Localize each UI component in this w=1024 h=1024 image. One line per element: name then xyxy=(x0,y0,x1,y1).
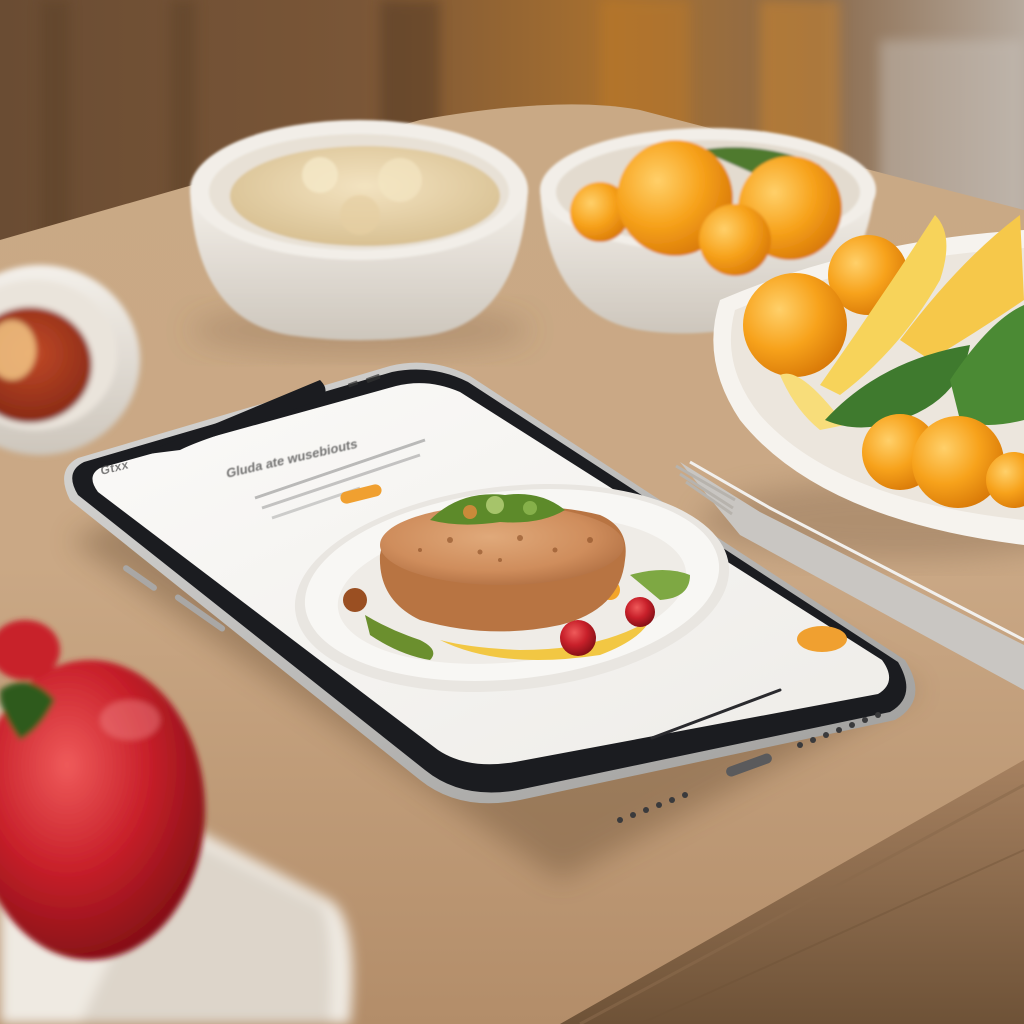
scene xyxy=(0,0,1024,1024)
mashed-potato-bowl xyxy=(190,120,530,355)
action-button[interactable] xyxy=(797,626,847,652)
